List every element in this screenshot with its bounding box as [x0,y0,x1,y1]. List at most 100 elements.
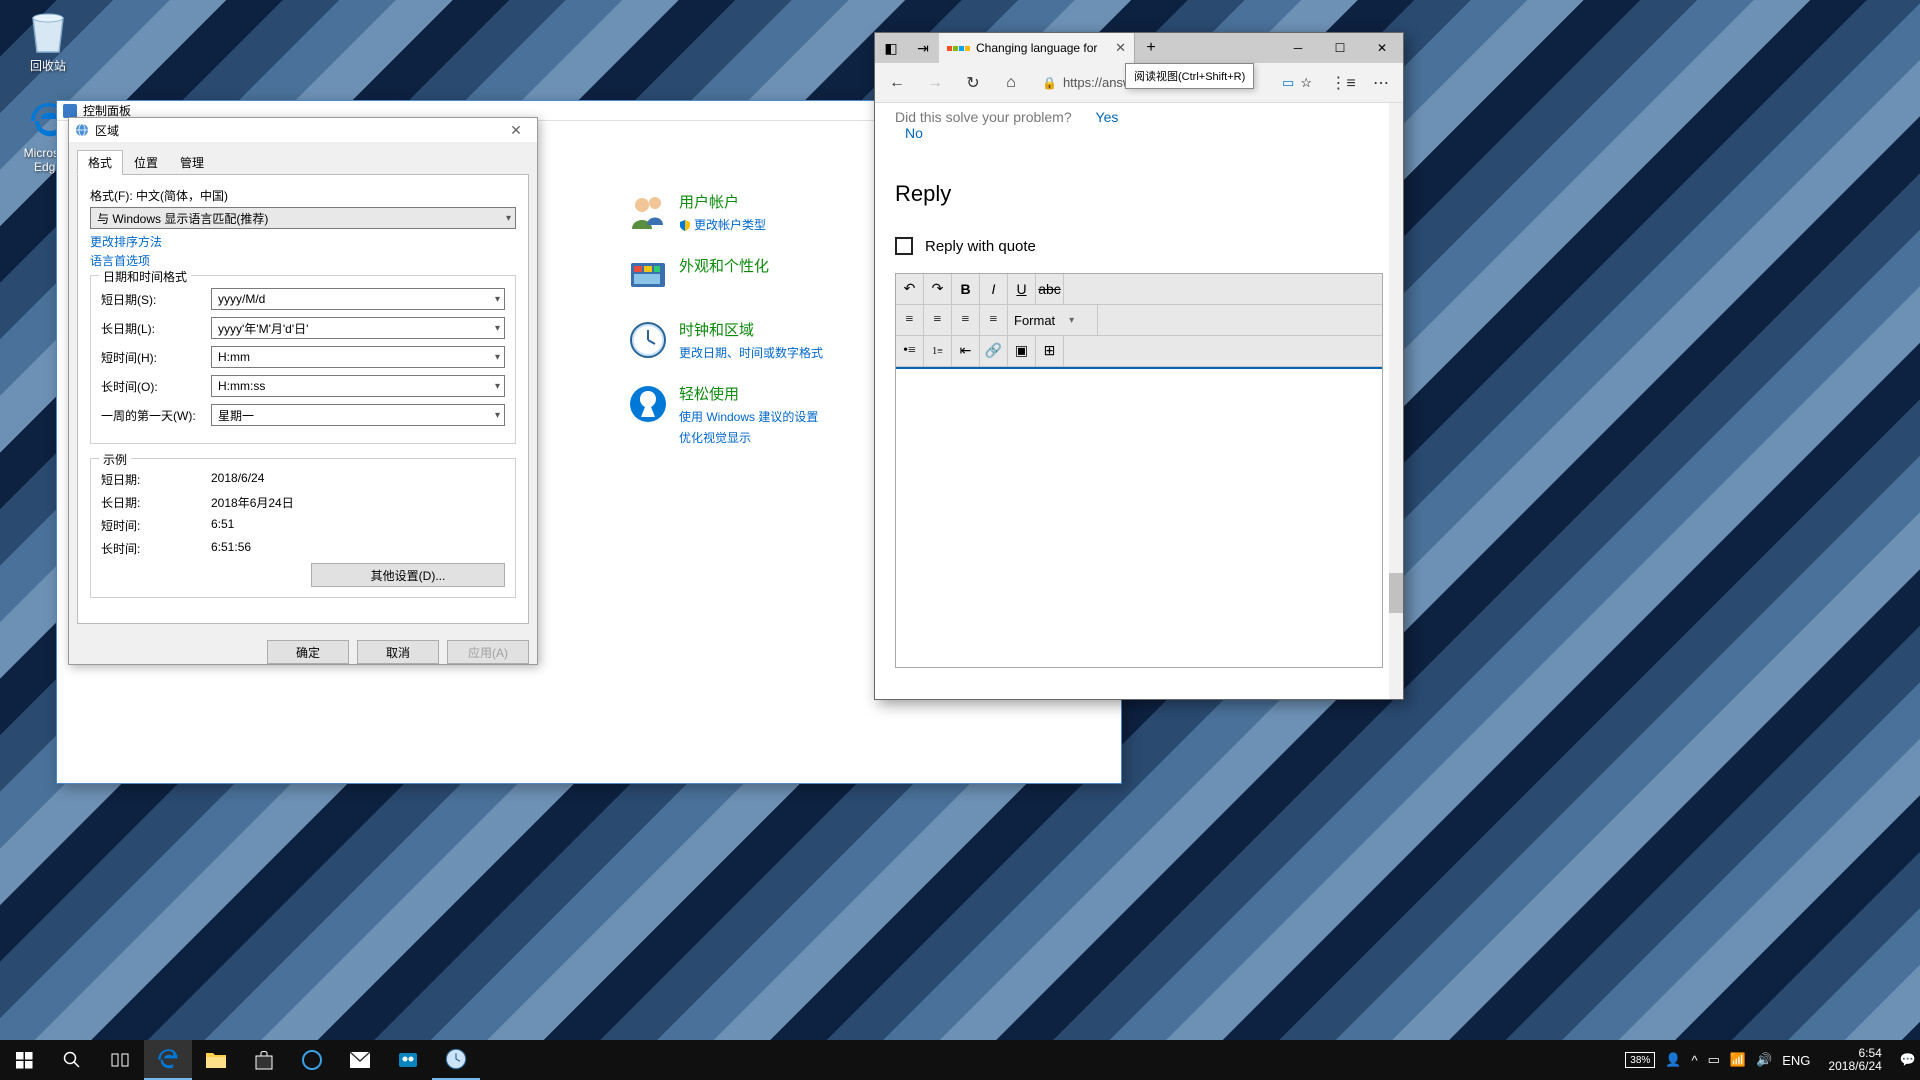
close-button[interactable]: ✕ [501,120,531,140]
recycle-bin-icon[interactable]: 回收站 [10,3,86,78]
cp-accounts-title[interactable]: 用户帐户 [679,191,766,212]
editor-textarea[interactable] [896,367,1382,667]
new-tab-button[interactable]: + [1135,33,1167,63]
undo-button[interactable]: ↶ [896,274,924,304]
task-view-button[interactable] [96,1040,144,1080]
format-combo[interactable]: 与 Windows 显示语言匹配(推荐) [90,207,516,229]
reply-quote-checkbox[interactable] [895,237,913,255]
taskbar-people[interactable] [384,1040,432,1080]
short-date-combo[interactable]: yyyy/M/d [211,288,505,310]
tab-location[interactable]: 位置 [123,150,169,175]
settings-more-icon[interactable]: ⋯ [1367,69,1395,97]
table-button[interactable]: ⊞ [1036,336,1064,366]
outdent-button[interactable]: ⇤ [952,336,980,366]
taskbar-cortana[interactable] [288,1040,336,1080]
clock-date: 2018/6/24 [1828,1060,1881,1073]
ime-tray-icon[interactable]: ENG [1782,1053,1810,1068]
taskbar-clock[interactable]: 6:54 2018/6/24 [1820,1047,1889,1073]
bold-button[interactable]: B [952,274,980,304]
region-titlebar[interactable]: 区域 ✕ [69,118,537,142]
wifi-tray-icon[interactable]: 📶 [1730,1052,1746,1068]
edge-tab-title: Changing language for [976,41,1097,55]
change-sort-link[interactable]: 更改排序方法 [90,233,516,250]
edge-titlebar[interactable]: ◧ ⇥ Changing language for ✕ + ─ ☐ ✕ [875,33,1403,63]
reading-view-icon[interactable]: ▭ [1282,75,1294,91]
taskbar-explorer[interactable] [192,1040,240,1080]
cancel-button[interactable]: 取消 [357,640,439,664]
maximize-button[interactable]: ☐ [1319,33,1361,63]
taskbar: 38% 👤 ^ ▭ 📶 🔊 ENG 6:54 2018/6/24 💬 [0,1040,1920,1080]
battery-indicator[interactable]: 38% [1625,1052,1655,1068]
italic-button[interactable]: I [980,274,1008,304]
control-panel-icon [63,104,77,118]
set-aside-tabs-icon[interactable]: ⇥ [907,33,939,63]
apply-button[interactable]: 应用(A) [447,640,529,664]
sample-fieldset: 示例 短日期:2018/6/24 长日期:2018年6月24日 短时间:6:51… [90,458,516,598]
back-button[interactable]: ← [883,69,911,97]
strikethrough-button[interactable]: abc [1036,274,1064,304]
other-settings-button[interactable]: 其他设置(D)... [311,563,505,587]
region-title: 区域 [95,122,119,139]
datetime-legend: 日期和时间格式 [99,268,191,285]
people-tray-icon[interactable]: 👤 [1665,1052,1681,1068]
cp-ease-link1[interactable]: 使用 Windows 建议的设置 [679,408,818,425]
edge-browser-window: ◧ ⇥ Changing language for ✕ + ─ ☐ ✕ 阅读视图… [874,32,1404,700]
action-center-icon[interactable]: 💬 [1900,1052,1916,1068]
sample-st-value: 6:51 [211,517,234,534]
favorite-icon[interactable]: ☆ [1300,75,1312,91]
align-left-button[interactable]: ≡ [896,305,924,335]
align-center-button[interactable]: ≡ [924,305,952,335]
home-button[interactable]: ⌂ [997,69,1025,97]
solve-yes-link[interactable]: Yes [1096,109,1119,125]
ok-button[interactable]: 确定 [267,640,349,664]
lang-pref-link[interactable]: 语言首选项 [90,252,516,269]
sample-ld-label: 长日期: [101,494,211,511]
close-window-button[interactable]: ✕ [1361,33,1403,63]
microsoft-logo-icon [947,46,970,51]
align-justify-button[interactable]: ≡ [980,305,1008,335]
tray-overflow-icon[interactable]: ^ [1691,1053,1697,1068]
scrollbar-thumb[interactable] [1389,573,1403,613]
first-day-combo[interactable]: 星期一 [211,404,505,426]
scrollbar[interactable] [1389,103,1403,699]
link-button[interactable]: 🔗 [980,336,1008,366]
bullet-list-button[interactable]: •≡ [896,336,924,366]
clock-region-icon [627,319,669,361]
forward-button[interactable]: → [921,69,949,97]
sample-legend: 示例 [99,451,131,468]
cp-ease-link2[interactable]: 优化视觉显示 [679,429,818,446]
refresh-button[interactable]: ↻ [959,69,987,97]
cp-appearance-title[interactable]: 外观和个性化 [679,255,769,276]
volume-tray-icon[interactable]: 🔊 [1756,1052,1772,1068]
format-label: 格式(F): 中文(简体，中国) [90,187,516,204]
solve-no-link[interactable]: No [905,125,923,141]
number-list-button[interactable]: 1≡ [924,336,952,366]
cp-clock-link[interactable]: 更改日期、时间或数字格式 [679,344,823,361]
taskbar-store[interactable] [240,1040,288,1080]
edge-tab-active[interactable]: Changing language for ✕ [939,33,1135,63]
favorites-hub-icon[interactable]: ⋮≡ [1329,69,1357,97]
start-button[interactable] [0,1040,48,1080]
format-dropdown[interactable]: Format [1008,305,1098,335]
redo-button[interactable]: ↷ [924,274,952,304]
image-button[interactable]: ▣ [1008,336,1036,366]
lock-icon: 🔒 [1042,76,1057,90]
underline-button[interactable]: U [1008,274,1036,304]
taskbar-edge[interactable] [144,1040,192,1080]
tab-format[interactable]: 格式 [77,150,123,175]
align-right-button[interactable]: ≡ [952,305,980,335]
long-time-combo[interactable]: H:mm:ss [211,375,505,397]
taskbar-mail[interactable] [336,1040,384,1080]
long-date-combo[interactable]: yyyy'年'M'月'd'日' [211,317,505,339]
power-tray-icon[interactable]: ▭ [1708,1052,1720,1068]
minimize-button[interactable]: ─ [1277,33,1319,63]
tabs-preview-icon[interactable]: ◧ [875,33,907,63]
taskbar-control-panel[interactable] [432,1040,480,1080]
short-time-combo[interactable]: H:mm [211,346,505,368]
tab-admin[interactable]: 管理 [169,150,215,175]
cp-accounts-link[interactable]: 更改帐户类型 [679,216,766,233]
cp-ease-title[interactable]: 轻松使用 [679,383,818,404]
cp-clock-title[interactable]: 时钟和区域 [679,319,823,340]
search-button[interactable] [48,1040,96,1080]
tab-close-icon[interactable]: ✕ [1115,40,1126,56]
